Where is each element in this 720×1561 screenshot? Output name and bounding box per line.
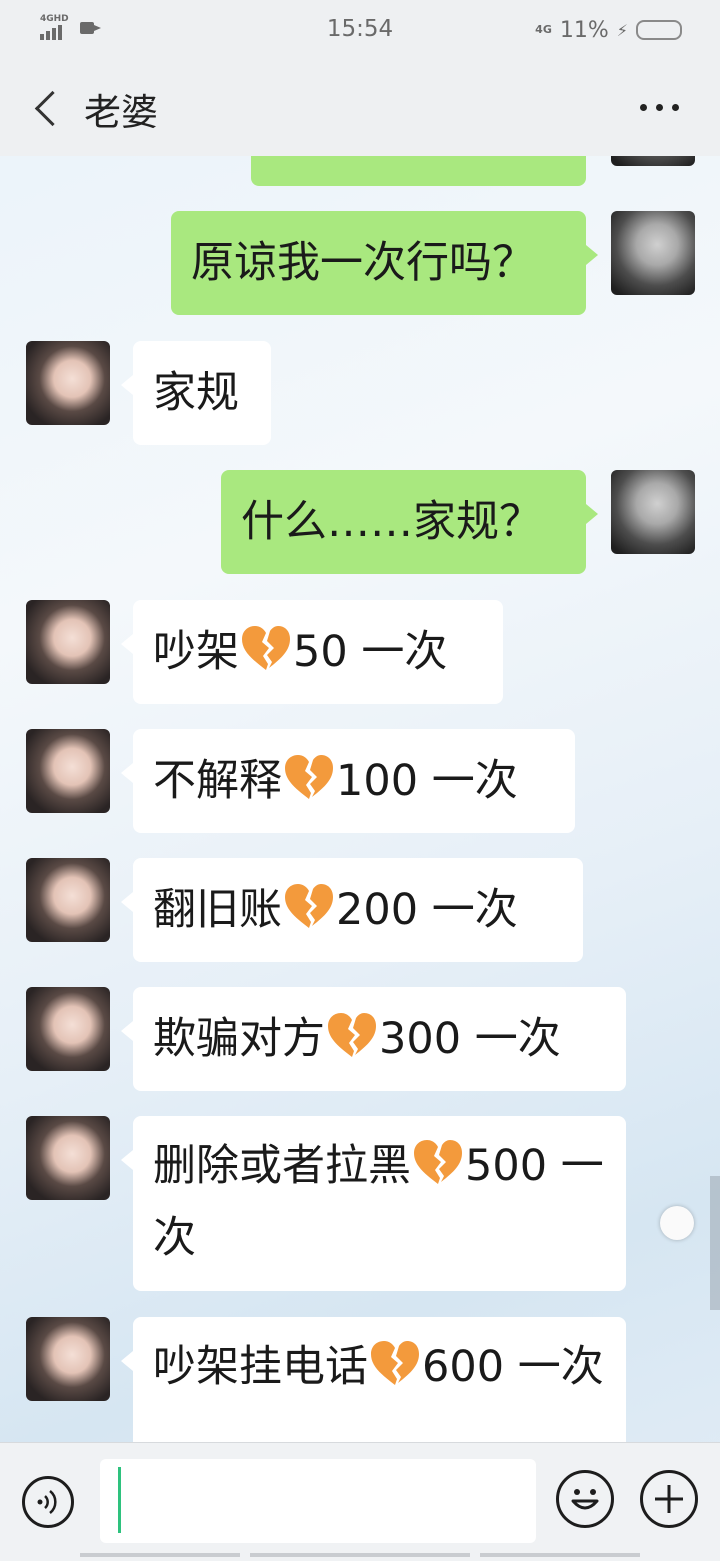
message-bubble-cropped[interactable]	[251, 156, 586, 186]
message-bubble[interactable]: 删除或者拉黑 500 一次	[121, 1116, 626, 1291]
message-text: 不解释	[153, 756, 282, 806]
message-bubble[interactable]: 欺骗对方 300 一次	[121, 987, 626, 1091]
bottom-indicator	[80, 1553, 240, 1557]
avatar-self[interactable]	[611, 470, 695, 554]
floating-assist-button[interactable]	[660, 1206, 694, 1240]
voice-button[interactable]	[22, 1476, 74, 1528]
more-dots-icon[interactable]	[640, 104, 680, 112]
scroll-edge-handle[interactable]	[710, 1176, 720, 1310]
battery-icon	[636, 20, 682, 40]
message-bubble[interactable]: 吵架挂电话 600 一次	[121, 1317, 626, 1442]
message-bubble[interactable]: 什么……家规？	[221, 470, 598, 574]
avatar-contact[interactable]	[26, 729, 110, 813]
message-bubble[interactable]: 不解释 100 一次	[121, 729, 575, 833]
message-text: 600 一次	[422, 1342, 604, 1392]
message-bubble[interactable]: 翻旧账 200 一次	[121, 858, 583, 962]
chevron-left-icon[interactable]	[34, 90, 71, 127]
message-text: 300 一次	[379, 1014, 561, 1064]
message-text: 50 一次	[293, 627, 448, 677]
avatar-contact[interactable]	[26, 600, 110, 684]
page-title: 老婆	[84, 91, 158, 134]
voice-icon	[37, 1490, 57, 1514]
chat-header: 老婆	[0, 60, 720, 156]
message-list[interactable]: 原谅我一次行吗？ 家规 什么……家规？ 吵架 50 一次 不解释 100 一次 翻旧…	[0, 156, 720, 1442]
plus-icon	[655, 1485, 683, 1513]
avatar-self[interactable]	[611, 211, 695, 295]
avatar-self[interactable]	[611, 156, 695, 166]
emoji-button[interactable]	[556, 1470, 614, 1528]
avatar-contact[interactable]	[26, 341, 110, 425]
bottom-indicator	[480, 1553, 640, 1557]
status-bar: 4GHD 15:54 4G 11% ⚡	[0, 0, 720, 60]
text-cursor	[118, 1467, 121, 1533]
battery-percent: 11%	[559, 17, 609, 43]
charging-bolt-icon: ⚡	[616, 20, 628, 40]
message-bubble[interactable]: 家规	[121, 341, 271, 445]
message-bubble[interactable]: 吵架 50 一次	[121, 600, 503, 704]
message-text: 删除或者拉黑	[153, 1141, 411, 1191]
message-text: 200 一次	[336, 885, 518, 935]
broken-heart-icon	[412, 1138, 464, 1186]
status-right: 4G 11% ⚡	[535, 16, 682, 44]
avatar-contact[interactable]	[26, 1116, 110, 1200]
add-button[interactable]	[640, 1470, 698, 1528]
message-text: 翻旧账	[153, 885, 282, 935]
message-bubble[interactable]: 原谅我一次行吗？	[171, 211, 598, 315]
bottom-indicator	[250, 1553, 470, 1557]
broken-heart-icon	[369, 1339, 421, 1387]
avatar-contact[interactable]	[26, 987, 110, 1071]
broken-heart-icon	[240, 624, 292, 672]
broken-heart-icon	[283, 753, 335, 801]
message-text: 100 一次	[336, 756, 518, 806]
broken-heart-icon	[326, 1011, 378, 1059]
message-text: 吵架挂电话	[153, 1342, 368, 1392]
message-text: 原谅我一次行吗？	[191, 238, 535, 288]
emoji-icon	[571, 1489, 599, 1510]
message-text: 什么……家规？	[241, 497, 542, 547]
message-text: 欺骗对方	[153, 1014, 325, 1064]
message-text: 吵架	[153, 627, 239, 677]
network-label: 4G	[535, 23, 552, 36]
message-text: 家规	[153, 368, 239, 418]
broken-heart-icon	[283, 882, 335, 930]
message-input[interactable]	[100, 1459, 536, 1543]
input-bar	[0, 1442, 720, 1561]
avatar-contact[interactable]	[26, 858, 110, 942]
avatar-contact[interactable]	[26, 1317, 110, 1401]
